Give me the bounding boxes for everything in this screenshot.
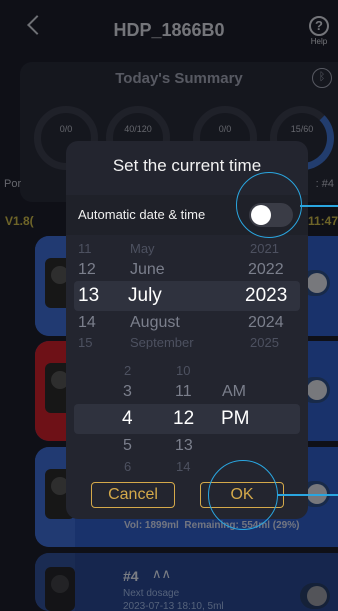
ok-highlight-ring xyxy=(208,460,278,530)
month-selected[interactable]: July xyxy=(128,285,162,307)
year-option[interactable]: 2024 xyxy=(248,314,284,332)
ampm-selected[interactable]: PM xyxy=(221,408,250,430)
hour-option[interactable]: 2 xyxy=(124,363,131,378)
minute-option[interactable]: 14 xyxy=(176,459,190,473)
minute-option[interactable]: 10 xyxy=(176,363,190,378)
day-option[interactable]: 15 xyxy=(78,335,92,349)
minute-option[interactable]: 13 xyxy=(175,437,193,455)
automatic-date-time-label: Automatic date & time xyxy=(78,207,206,222)
switch-highlight-ring xyxy=(236,172,302,238)
month-option[interactable]: September xyxy=(130,335,194,349)
hour-option[interactable]: 6 xyxy=(124,459,131,473)
year-option[interactable]: 2025 xyxy=(250,335,279,349)
hour-option[interactable]: 5 xyxy=(123,437,132,455)
day-selected[interactable]: 13 xyxy=(78,285,99,307)
hour-selected[interactable]: 4 xyxy=(122,408,133,430)
year-option[interactable]: 2021 xyxy=(250,241,279,256)
switch-highlight-line xyxy=(300,205,338,207)
ok-highlight-line xyxy=(277,494,338,496)
year-option[interactable]: 2022 xyxy=(248,261,284,279)
date-picker[interactable]: 11 12 13 14 15 May June July August Sept… xyxy=(66,239,308,349)
month-option[interactable]: May xyxy=(130,241,155,256)
day-option[interactable]: 11 xyxy=(78,241,92,256)
hour-option[interactable]: 3 xyxy=(123,383,132,401)
month-option[interactable]: June xyxy=(130,261,165,279)
day-option[interactable]: 12 xyxy=(78,261,96,279)
minute-selected[interactable]: 12 xyxy=(173,408,194,430)
day-option[interactable]: 14 xyxy=(78,314,96,332)
month-option[interactable]: August xyxy=(130,314,180,332)
ampm-option[interactable]: AM xyxy=(222,383,246,401)
time-picker[interactable]: 2 3 4 5 6 10 11 12 13 14 AM PM xyxy=(66,361,308,473)
cancel-button[interactable]: Cancel xyxy=(91,482,175,508)
minute-option[interactable]: 11 xyxy=(175,383,192,401)
year-selected[interactable]: 2023 xyxy=(245,285,287,307)
